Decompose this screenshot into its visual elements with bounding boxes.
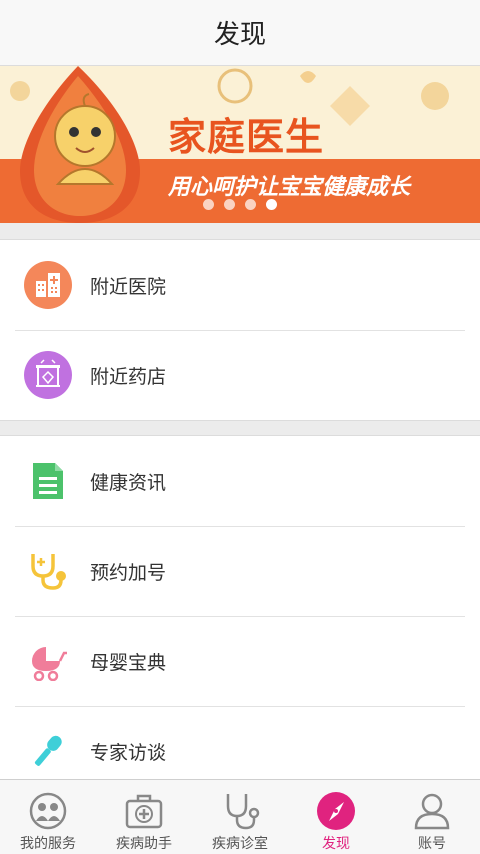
list-item-nearby-pharmacy[interactable]: 附近药店: [0, 330, 480, 420]
list-item-maternal-guide[interactable]: 母婴宝典: [0, 616, 480, 706]
stethoscope-icon: [220, 791, 260, 831]
list-item-label: 附近医院: [90, 275, 167, 298]
carousel-dot-active[interactable]: [266, 199, 277, 210]
tab-account[interactable]: 账号: [384, 780, 480, 854]
tab-label: 疾病诊室: [212, 836, 268, 852]
carousel-dot[interactable]: [245, 199, 256, 210]
medical-kit-icon: [124, 791, 164, 831]
tab-label: 发现: [322, 836, 350, 852]
carousel-dot[interactable]: [203, 199, 214, 210]
stethoscope-icon: [24, 547, 72, 595]
pharmacy-icon: [24, 351, 72, 399]
services-group: 健康资讯 预约加号 母婴宝典 专家访谈: [0, 435, 480, 780]
list-item-label: 母婴宝典: [90, 651, 167, 674]
carousel-indicator: [0, 199, 480, 210]
microphone-icon: [24, 727, 72, 775]
nearby-group: 附近医院 附近药店: [0, 239, 480, 421]
bottom-tab-bar: 我的服务 疾病助手 疾病诊室 发现 账号: [0, 779, 480, 854]
hospital-icon: [24, 261, 72, 309]
tab-disease-clinic[interactable]: 疾病诊室: [192, 780, 288, 854]
list-item-health-news[interactable]: 健康资讯: [0, 436, 480, 526]
list-item-label: 健康资讯: [90, 471, 167, 494]
list-item-nearby-hospital[interactable]: 附近医院: [0, 240, 480, 330]
list-item-label: 预约加号: [90, 561, 167, 584]
tab-label: 疾病助手: [116, 836, 172, 852]
document-icon: [24, 457, 72, 505]
nav-header: 发现: [0, 0, 480, 66]
list-item-label: 附近药店: [90, 365, 167, 388]
promo-banner[interactable]: 家庭医生 用心呵护让宝宝健康成长: [0, 66, 480, 223]
baby-stroller-icon: [24, 637, 72, 685]
tab-discover[interactable]: 发现: [288, 780, 384, 854]
banner-slogan: 用心呵护让宝宝健康成长: [168, 175, 411, 200]
service-icon: [28, 791, 68, 831]
tab-label: 账号: [418, 836, 446, 852]
tab-my-services[interactable]: 我的服务: [0, 780, 96, 854]
tab-disease-assistant[interactable]: 疾病助手: [96, 780, 192, 854]
compass-icon: [316, 791, 356, 831]
carousel-dot[interactable]: [224, 199, 235, 210]
user-icon: [412, 791, 452, 831]
page-title: 发现: [213, 20, 266, 50]
tab-label: 我的服务: [20, 836, 76, 852]
list-item-label: 专家访谈: [90, 741, 167, 764]
banner-headline: 家庭医生: [168, 115, 325, 159]
list-item-appointment[interactable]: 预约加号: [0, 526, 480, 616]
list-item-expert-interview[interactable]: 专家访谈: [0, 706, 480, 779]
